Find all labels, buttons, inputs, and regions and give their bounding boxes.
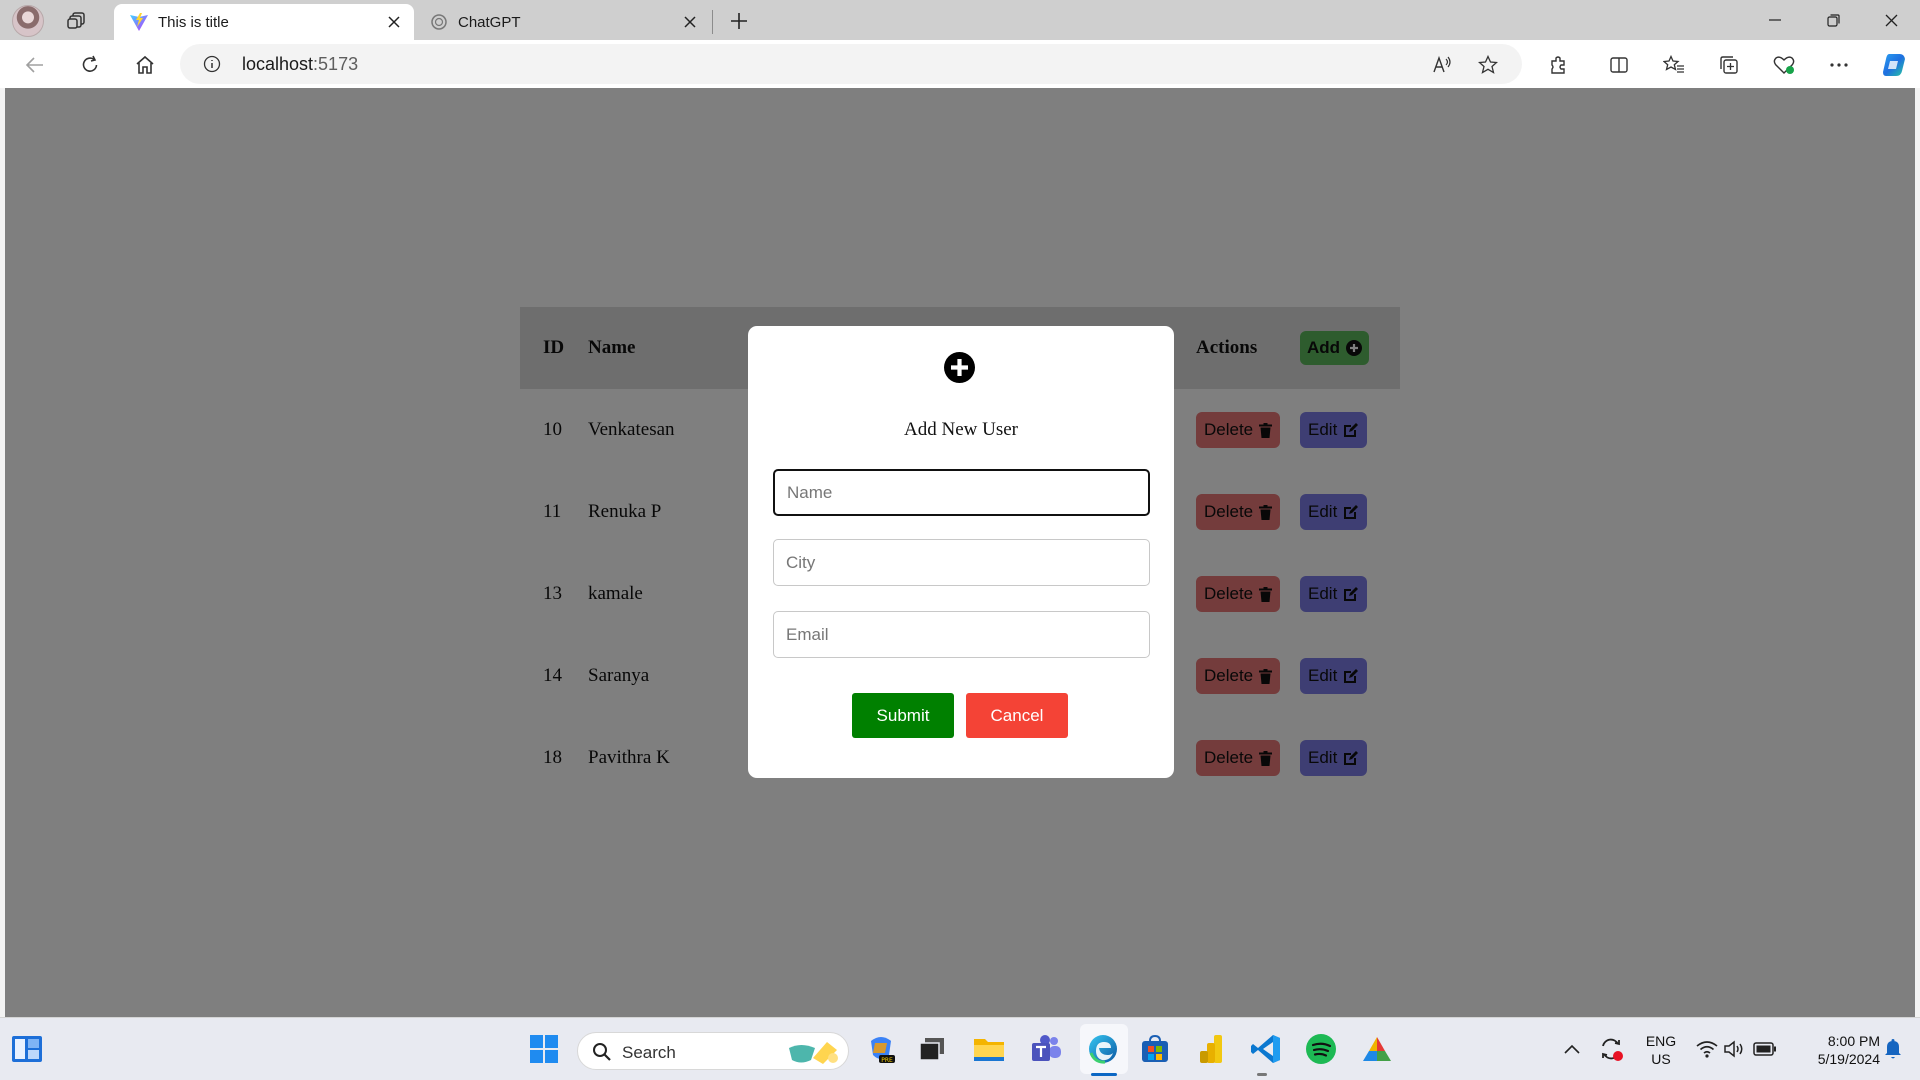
more-options-icon[interactable] bbox=[1825, 51, 1853, 79]
clock[interactable]: 8:00 PM 5/19/2024 bbox=[1790, 1032, 1880, 1068]
city-input[interactable] bbox=[773, 539, 1150, 586]
minimize-icon[interactable] bbox=[1752, 6, 1798, 34]
submit-button[interactable]: Submit bbox=[852, 693, 954, 738]
cancel-button[interactable]: Cancel bbox=[966, 693, 1068, 738]
copilot-pre-icon[interactable]: PRE bbox=[864, 1032, 898, 1066]
search-highlight-icon bbox=[789, 1042, 838, 1064]
refresh-icon[interactable] bbox=[75, 50, 105, 80]
vscode-running-indicator bbox=[1257, 1073, 1267, 1076]
restore-icon[interactable] bbox=[1810, 6, 1856, 34]
edge-icon[interactable] bbox=[1086, 1032, 1120, 1066]
url-host: localhost bbox=[242, 54, 314, 74]
vite-icon bbox=[128, 11, 150, 33]
extensions-icon[interactable] bbox=[1544, 51, 1572, 79]
address-bar[interactable]: localhost:5173 bbox=[180, 44, 1522, 84]
tab-this-is-title[interactable]: This is title bbox=[114, 4, 414, 40]
tab-chatgpt[interactable]: ChatGPT bbox=[414, 4, 710, 40]
back-icon[interactable] bbox=[20, 50, 50, 80]
tab-separator bbox=[712, 10, 713, 34]
add-user-modal: Add New User Submit Cancel bbox=[748, 326, 1174, 778]
sync-status-icon[interactable] bbox=[1594, 1032, 1628, 1066]
file-explorer-icon[interactable] bbox=[972, 1032, 1006, 1066]
tab-title: This is title bbox=[158, 13, 229, 31]
url-port: :5173 bbox=[313, 54, 359, 74]
clock-date: 5/19/2024 bbox=[1817, 1051, 1880, 1067]
windows-taskbar: Search PRE ENG US 8:00 PM 5/19/2024 bbox=[0, 1017, 1920, 1080]
volume-icon[interactable] bbox=[1718, 1032, 1752, 1066]
search-label: Search bbox=[622, 1043, 676, 1062]
favorite-star-icon[interactable] bbox=[1476, 53, 1500, 77]
new-tab-icon[interactable] bbox=[726, 8, 752, 34]
plus-circle-icon bbox=[944, 352, 975, 383]
spotify-icon[interactable] bbox=[1304, 1032, 1338, 1066]
profile-avatar[interactable] bbox=[12, 5, 44, 37]
browser-tab-bar: This is title ChatGPT bbox=[0, 0, 1920, 40]
browser-essentials-icon[interactable] bbox=[1770, 51, 1798, 79]
photos-app-icon[interactable] bbox=[1360, 1032, 1394, 1066]
edge-active-indicator bbox=[1091, 1073, 1117, 1076]
copilot-icon[interactable] bbox=[1878, 49, 1910, 81]
name-input[interactable] bbox=[773, 469, 1150, 516]
show-hidden-icons-chevron-up-icon[interactable] bbox=[1555, 1032, 1589, 1066]
email-input[interactable] bbox=[773, 611, 1150, 658]
read-aloud-icon[interactable] bbox=[1430, 53, 1454, 77]
region-code: US bbox=[1651, 1051, 1671, 1067]
svg-text:PRE: PRE bbox=[881, 1057, 893, 1064]
search-icon bbox=[593, 1043, 611, 1061]
chatgpt-icon bbox=[428, 11, 450, 33]
collections-icon[interactable] bbox=[1715, 51, 1743, 79]
close-tab-icon[interactable] bbox=[384, 12, 404, 32]
split-screen-icon[interactable] bbox=[1605, 51, 1633, 79]
vscode-icon[interactable] bbox=[1249, 1032, 1283, 1066]
notification-bell-icon[interactable] bbox=[1876, 1032, 1910, 1066]
url-text: localhost:5173 bbox=[242, 54, 358, 75]
teams-icon[interactable] bbox=[1029, 1032, 1063, 1066]
browser-toolbar: localhost:5173 bbox=[0, 40, 1920, 88]
language-code: ENG bbox=[1645, 1033, 1677, 1049]
clock-time: 8:00 PM bbox=[1827, 1033, 1880, 1049]
workspaces-icon[interactable] bbox=[64, 8, 90, 34]
taskbar-search[interactable]: Search bbox=[577, 1032, 849, 1070]
close-tab-icon[interactable] bbox=[680, 12, 700, 32]
task-view-icon[interactable] bbox=[915, 1032, 949, 1066]
microsoft-store-icon[interactable] bbox=[1138, 1032, 1172, 1066]
close-window-icon[interactable] bbox=[1868, 6, 1914, 34]
favorites-icon[interactable] bbox=[1660, 51, 1688, 79]
battery-icon[interactable] bbox=[1748, 1032, 1782, 1066]
start-windows-icon[interactable] bbox=[527, 1032, 561, 1066]
power-bi-icon[interactable] bbox=[1194, 1032, 1228, 1066]
tab-title: ChatGPT bbox=[458, 13, 521, 31]
input-language[interactable]: ENG US bbox=[1640, 1032, 1682, 1068]
site-info-icon[interactable] bbox=[202, 54, 222, 74]
home-icon[interactable] bbox=[130, 50, 160, 80]
widgets-icon[interactable] bbox=[10, 1032, 44, 1066]
page-viewport: ID Name Actions Add 10VenkatesanDeleteEd… bbox=[5, 88, 1915, 1017]
modal-title: Add New User bbox=[904, 419, 1018, 440]
